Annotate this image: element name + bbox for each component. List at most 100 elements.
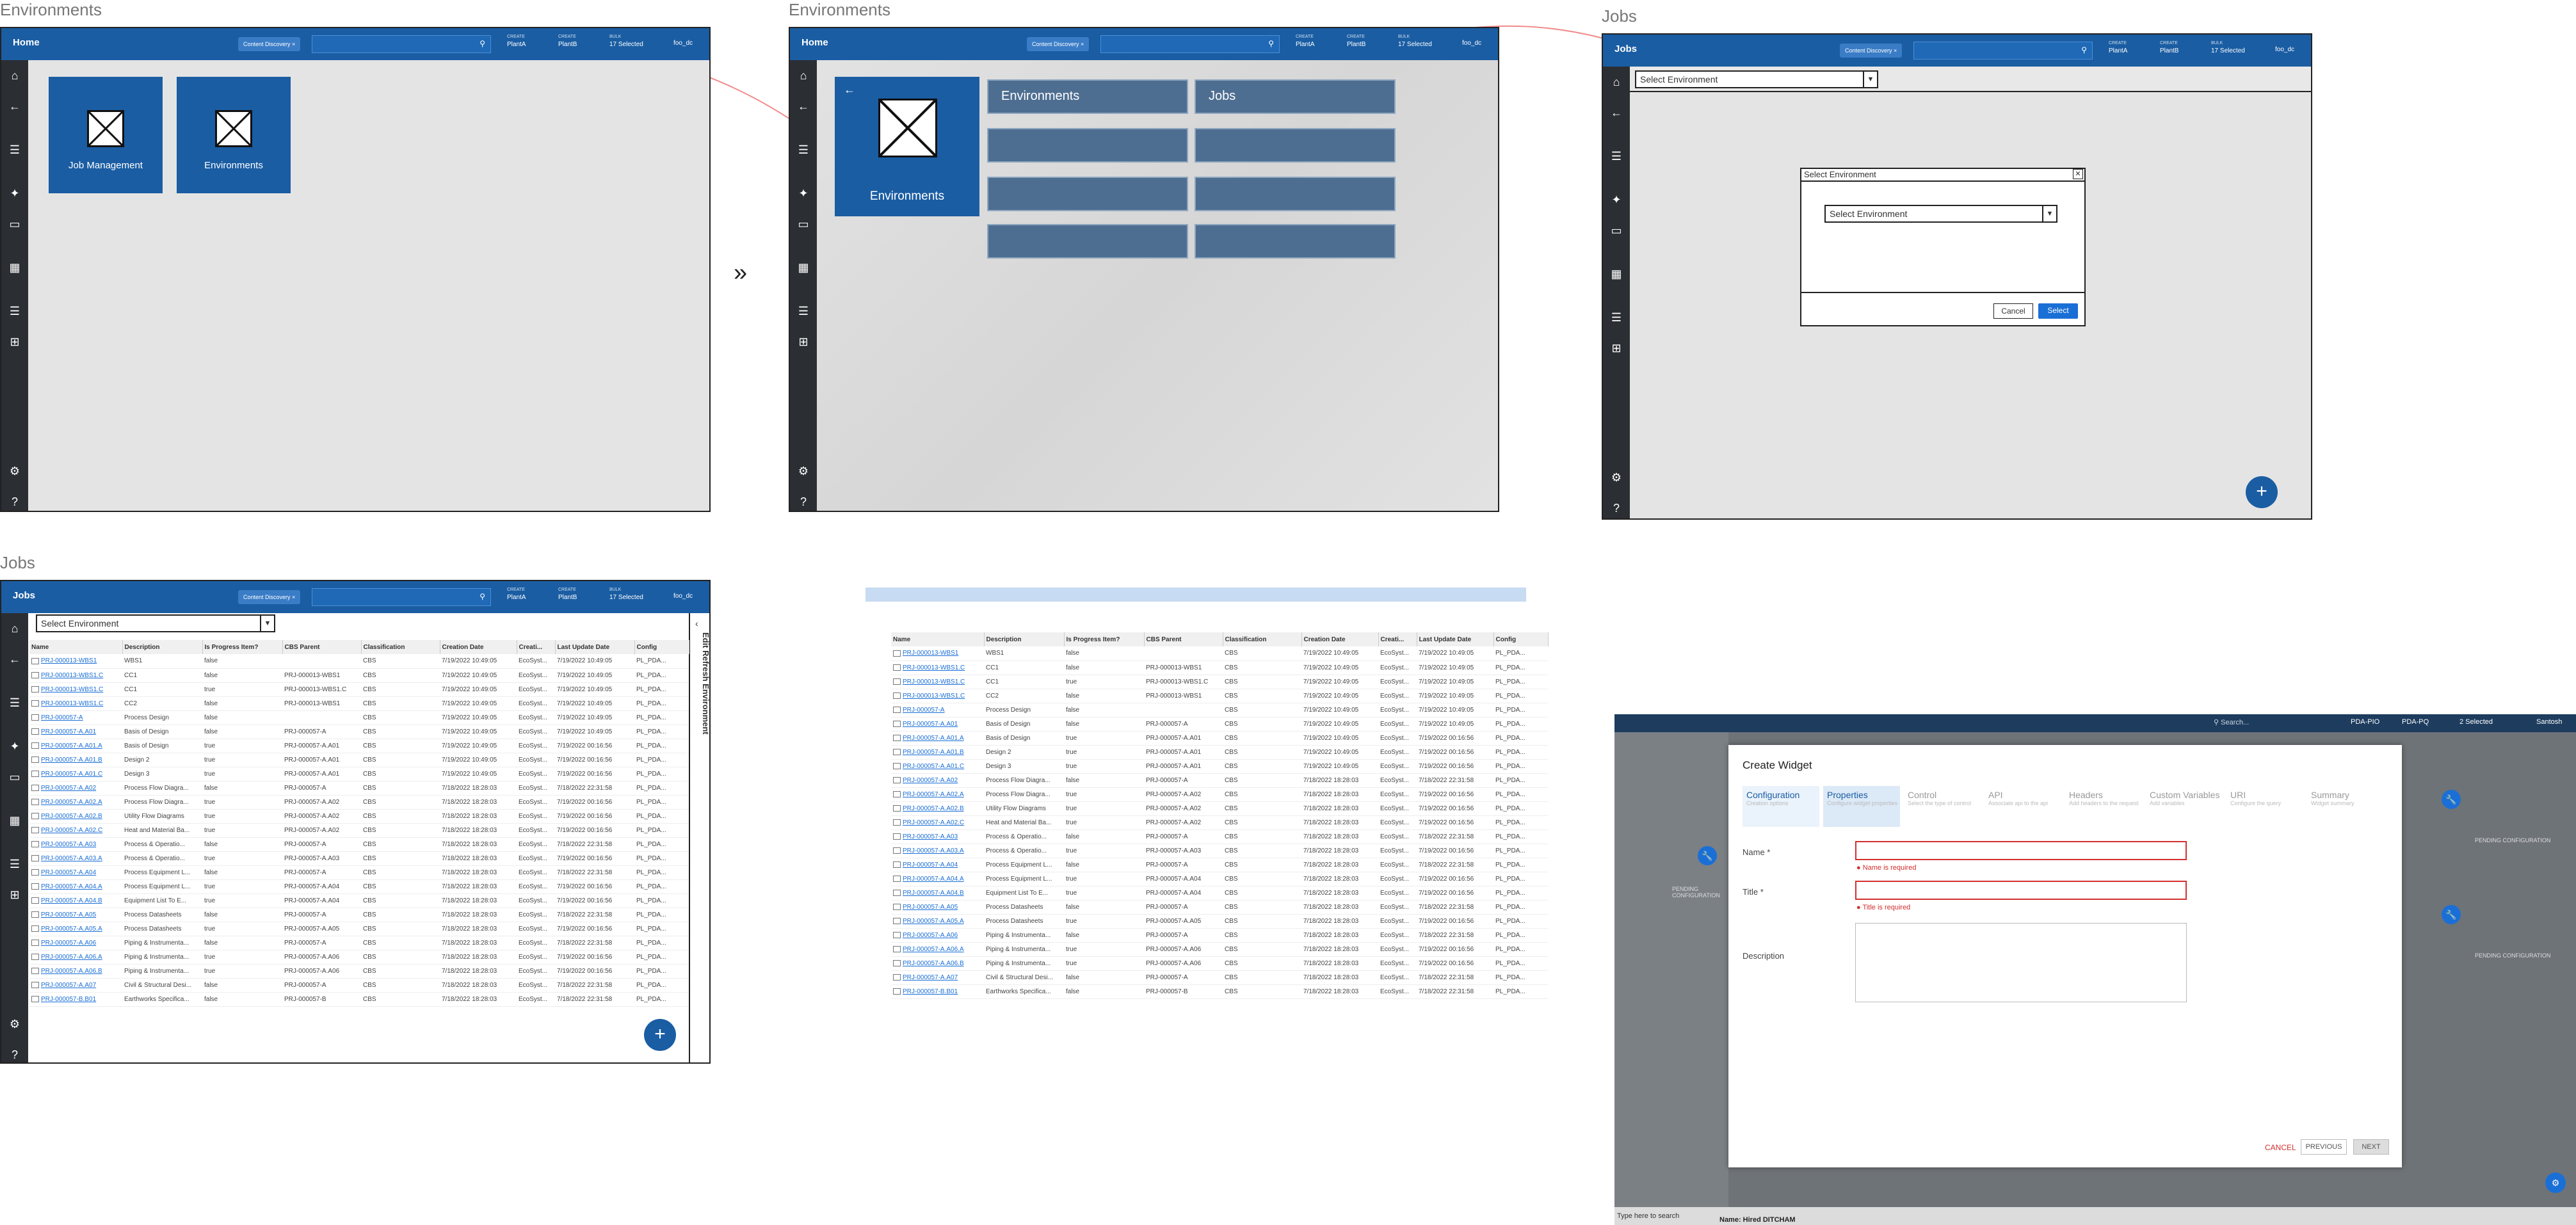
table-row[interactable]: PRJ-000057-A.A04.B Equipment List To E...…: [29, 893, 689, 908]
name-input[interactable]: [1855, 841, 2187, 860]
home-icon[interactable]: ⌂: [7, 68, 22, 83]
tile-environments[interactable]: ← Environments: [835, 77, 979, 216]
pda-pio-button[interactable]: PDA-PIO: [2351, 718, 2379, 726]
column-header[interactable]: Creati...: [1378, 632, 1417, 646]
column-header[interactable]: Classification: [1223, 632, 1302, 646]
table-row[interactable]: PRJ-000057-A.A01.B Design 2 true PRJ-000057…: [891, 745, 1548, 760]
home-icon[interactable]: ⌂: [1609, 74, 1624, 90]
table-row[interactable]: PRJ-000057-A.A02.B Utility Flow Diagrams t…: [891, 801, 1548, 816]
row-name-link[interactable]: PRJ-000057-A.A06.B: [29, 964, 122, 979]
environment-select[interactable]: Select Environment ▼: [36, 614, 275, 632]
row-name-link[interactable]: PRJ-000057-A.A04: [29, 865, 122, 880]
row-name-link[interactable]: PRJ-000013-WBS1: [29, 654, 122, 669]
table-row[interactable]: PRJ-000057-A.A02.A Process Flow Diagra...…: [891, 787, 1548, 802]
empty-nav-button[interactable]: [987, 177, 1188, 211]
wizard-step[interactable]: Custom Variables Add variables: [2146, 786, 2223, 827]
help-icon[interactable]: ?: [7, 494, 22, 509]
table-row[interactable]: PRJ-000057-A.A01 Basis of Design false PRJ-…: [891, 717, 1548, 732]
column-header[interactable]: Config: [1493, 632, 1549, 646]
user-name[interactable]: foo_dc: [673, 40, 693, 47]
back-icon[interactable]: ←: [796, 99, 811, 114]
help-icon[interactable]: ?: [1609, 500, 1624, 516]
wizard-step[interactable]: API Associate api to the api: [1984, 786, 2061, 827]
hierarchy-icon[interactable]: ⊞: [796, 334, 811, 349]
wrench-icon[interactable]: 🔧: [2442, 905, 2461, 924]
gear-icon[interactable]: ⚙: [7, 1016, 22, 1032]
row-name-link[interactable]: PRJ-000057-A.A01.A: [29, 739, 122, 753]
settings-fab-icon[interactable]: ⚙: [2545, 1173, 2566, 1193]
create-planta-button[interactable]: CREATE PlantA: [507, 33, 526, 49]
table-row[interactable]: PRJ-000013-WBS1.C CC1 true PRJ-000013-WBS1.…: [891, 675, 1548, 689]
table-row[interactable]: PRJ-000057-A.A01.C Design 3 true PRJ-000057…: [891, 759, 1548, 774]
close-icon[interactable]: ✕: [2073, 169, 2083, 179]
grid-icon[interactable]: ▦: [1609, 266, 1624, 282]
row-name-link[interactable]: PRJ-000057-A.A04.B: [891, 886, 984, 901]
row-name-link[interactable]: PRJ-000057-B.B01: [29, 992, 122, 1007]
list-icon[interactable]: ☰: [796, 142, 811, 157]
back-icon[interactable]: ←: [1609, 105, 1624, 120]
wizard-step[interactable]: Headers Add headers to the request: [2065, 786, 2142, 827]
select-button[interactable]: Select: [2038, 303, 2078, 319]
create-plantb-button[interactable]: CREATE PlantB: [1347, 33, 1365, 49]
search-input[interactable]: ⚲: [1100, 35, 1280, 53]
row-name-link[interactable]: PRJ-000057-A.A01.B: [29, 753, 122, 767]
pin-icon[interactable]: ✦: [7, 739, 22, 754]
bulk-selected-button[interactable]: BULK 17 Selected: [609, 33, 643, 49]
row-name-link[interactable]: PRJ-000013-WBS1.C: [891, 689, 984, 703]
wizard-step[interactable]: Summary Widget summary: [2307, 786, 2384, 827]
cancel-button[interactable]: CANCEL: [2265, 1143, 2296, 1152]
table-row[interactable]: PRJ-000057-A.A07 Civil & Structural Desi.…: [891, 970, 1548, 985]
user-name[interactable]: foo_dc: [673, 593, 693, 600]
row-name-link[interactable]: PRJ-000057-A.A02.C: [891, 815, 984, 830]
footer-search[interactable]: Type here to search: [1617, 1212, 1679, 1220]
table-row[interactable]: PRJ-000057-A.A03.A Process & Operatio... t…: [891, 844, 1548, 858]
table-row[interactable]: PRJ-000057-A.A06.A Piping & Instrumenta..…: [29, 950, 689, 965]
row-name-link[interactable]: PRJ-000057-A.A03: [29, 837, 122, 852]
row-name-link[interactable]: PRJ-000057-A.A02: [29, 781, 122, 796]
row-name-link[interactable]: PRJ-000057-A.A01.C: [29, 767, 122, 781]
wizard-step[interactable]: URI Configure the query: [2226, 786, 2303, 827]
row-name-link[interactable]: PRJ-000057-A.A05.A: [29, 922, 122, 936]
search-input[interactable]: ⚲: [1913, 42, 2093, 60]
row-name-link[interactable]: PRJ-000057-A.A01.B: [891, 745, 984, 760]
create-planta-button[interactable]: CREATE PlantA: [2109, 40, 2127, 55]
wizard-step[interactable]: Configuration Creation options: [1743, 786, 1819, 827]
menu-icon[interactable]: ☰: [7, 856, 22, 872]
table-row[interactable]: PRJ-000057-A.A03 Process & Operatio... fal…: [29, 837, 689, 852]
row-name-link[interactable]: PRJ-000057-A.A03: [891, 829, 984, 844]
table-row[interactable]: PRJ-000057-A.A02.A Process Flow Diagra...…: [29, 795, 689, 810]
wizard-step[interactable]: Properties Configure widget properties: [1823, 786, 1900, 827]
table-row[interactable]: PRJ-000057-A.A04.B Equipment List To E...…: [891, 886, 1548, 901]
selected-count[interactable]: 2 Selected: [2459, 718, 2493, 726]
menu-icon[interactable]: ☰: [796, 303, 811, 319]
row-name-link[interactable]: PRJ-000057-A.A05: [29, 908, 122, 922]
table-row[interactable]: PRJ-000057-A.A01.A Basis of Design true PRJ…: [29, 739, 689, 753]
grid-icon[interactable]: ▦: [796, 260, 811, 275]
table-row[interactable]: PRJ-000057-A Process Design false CBS 7/19/2…: [891, 703, 1548, 717]
search-input[interactable]: ⚲: [312, 588, 491, 606]
empty-nav-button[interactable]: [1195, 224, 1396, 259]
inbox-icon[interactable]: ▭: [7, 769, 22, 785]
table-row[interactable]: PRJ-000057-A.A06 Piping & Instrumenta... f…: [891, 928, 1548, 943]
menu-icon[interactable]: ☰: [7, 303, 22, 319]
column-header[interactable]: Creati...: [517, 640, 556, 654]
user-name[interactable]: Santosh: [2536, 718, 2562, 726]
pda-pq-button[interactable]: PDA-PQ: [2402, 718, 2429, 726]
column-header[interactable]: CBS Parent: [1144, 632, 1223, 646]
content-discovery-chip[interactable]: Content Discovery ×: [1027, 37, 1090, 51]
row-name-link[interactable]: PRJ-000013-WBS1.C: [29, 696, 122, 711]
table-row[interactable]: PRJ-000057-A.A02 Process Flow Diagra... fa…: [29, 781, 689, 796]
wrench-icon[interactable]: 🔧: [1698, 846, 1717, 865]
row-name-link[interactable]: PRJ-000057-A.A04.A: [891, 872, 984, 886]
row-name-link[interactable]: PRJ-000057-A.A01: [29, 725, 122, 739]
environment-select[interactable]: Select Environment ▼: [1635, 70, 1878, 88]
row-name-link[interactable]: PRJ-000057-A.A01.C: [891, 759, 984, 774]
content-discovery-chip[interactable]: Content Discovery ×: [238, 37, 301, 51]
row-name-link[interactable]: PRJ-000057-A.A02.B: [29, 809, 122, 824]
column-header[interactable]: Name: [891, 632, 985, 646]
grid-icon[interactable]: ▦: [7, 260, 22, 275]
table-row[interactable]: PRJ-000057-B.B01 Earthworks Specifica... f…: [29, 992, 689, 1007]
row-name-link[interactable]: PRJ-000057-A.A02.A: [891, 787, 984, 802]
row-name-link[interactable]: PRJ-000057-A.A06.A: [891, 942, 984, 957]
pin-icon[interactable]: ✦: [7, 186, 22, 201]
